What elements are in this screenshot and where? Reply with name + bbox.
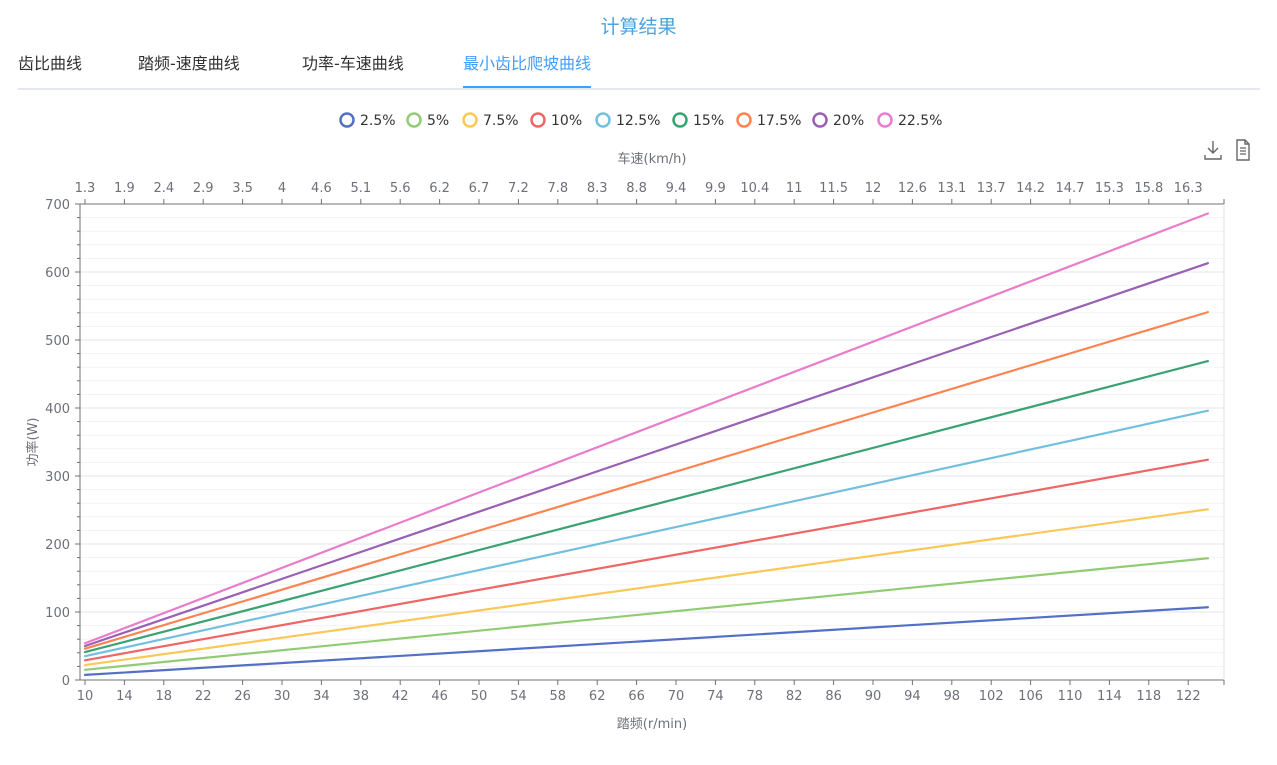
tab-min-gear-climbing-curve[interactable]: 最小齿比爬坡曲线	[463, 52, 592, 88]
x-tick-label: 42	[392, 689, 409, 704]
x2-tick-label: 10.4	[740, 181, 769, 196]
x-tick-label: 14	[116, 689, 133, 704]
x-tick-label: 66	[628, 689, 645, 704]
tab-cadence-speed-curve[interactable]: 踏频-速度曲线	[138, 52, 240, 86]
x-tick-label: 122	[1176, 689, 1201, 704]
x-tick-label: 50	[471, 689, 488, 704]
x-tick-label: 90	[865, 689, 882, 704]
x2-tick-label: 15.3	[1095, 181, 1124, 196]
x2-tick-label: 13.7	[977, 181, 1006, 196]
x2-tick-label: 11.5	[819, 181, 848, 196]
x2-tick-label: 3.5	[232, 181, 253, 196]
x2-tick-label: 7.2	[508, 181, 529, 196]
page-title: 计算结果	[600, 16, 677, 38]
x2-tick-label: 2.4	[153, 181, 174, 196]
legend-label[interactable]: 17.5%	[757, 113, 801, 129]
x-tick-label: 26	[234, 689, 251, 704]
x-tick-label: 62	[589, 689, 606, 704]
x-tick-label: 22	[195, 689, 212, 704]
x2-tick-label: 14.7	[1056, 181, 1085, 196]
legend-label[interactable]: 5%	[427, 113, 449, 129]
y-axis-title: 功率(W)	[25, 418, 41, 467]
x2-tick-label: 8.8	[626, 181, 647, 196]
x2-tick-label: 4.6	[311, 181, 332, 196]
legend-label[interactable]: 12.5%	[616, 113, 660, 129]
x-tick-label: 78	[747, 689, 764, 704]
x-tick-label: 30	[274, 689, 291, 704]
legend-marker[interactable]	[672, 112, 688, 128]
x2-tick-label: 1.3	[75, 181, 96, 196]
legend-label[interactable]: 7.5%	[483, 113, 519, 129]
legend-label[interactable]: 2.5%	[360, 113, 396, 129]
legend-label[interactable]: 10%	[551, 113, 582, 129]
x-tick-label: 98	[944, 689, 961, 704]
legend-marker[interactable]	[406, 112, 422, 128]
x2-tick-label: 14.2	[1016, 181, 1045, 196]
x2-tick-label: 6.2	[429, 181, 450, 196]
legend-marker[interactable]	[339, 112, 355, 128]
x-tick-label: 74	[707, 689, 724, 704]
tab-gear-ratio-curve[interactable]: 齿比曲线	[18, 52, 82, 86]
y-tick-label: 300	[45, 470, 70, 485]
y-tick-label: 600	[45, 266, 70, 281]
x-tick-label: 106	[1018, 689, 1043, 704]
y-tick-label: 400	[45, 402, 70, 417]
tab-power-speed-curve[interactable]: 功率-车速曲线	[302, 52, 404, 86]
x-tick-label: 110	[1058, 689, 1083, 704]
x2-tick-label: 13.1	[937, 181, 966, 196]
y-tick-label: 200	[45, 538, 70, 553]
x2-tick-label: 12	[865, 181, 882, 196]
x-axis-title: 踏频(r/min)	[617, 717, 687, 732]
x2-tick-label: 9.4	[666, 181, 687, 196]
x-tick-label: 82	[786, 689, 803, 704]
x2-tick-label: 4	[278, 181, 286, 196]
x2-axis-title: 车速(km/h)	[618, 151, 687, 167]
series-line	[83, 262, 1210, 648]
x-tick-label: 54	[510, 689, 527, 704]
x-tick-label: 46	[431, 689, 448, 704]
legend-label[interactable]: 15%	[693, 113, 724, 129]
y-tick-label: 500	[45, 334, 70, 349]
x-tick-label: 118	[1136, 689, 1161, 704]
x2-tick-label: 2.9	[193, 181, 214, 196]
legend-marker[interactable]	[812, 112, 828, 128]
x-tick-label: 86	[825, 689, 842, 704]
x2-tick-label: 5.6	[390, 181, 411, 196]
legend-marker[interactable]	[462, 112, 478, 128]
x2-tick-label: 7.8	[547, 181, 568, 196]
legend-label[interactable]: 20%	[833, 113, 864, 129]
x-tick-label: 10	[77, 689, 94, 704]
legend-marker[interactable]	[530, 112, 546, 128]
x-tick-label: 58	[550, 689, 567, 704]
x2-tick-label: 12.6	[898, 181, 927, 196]
x2-tick-label: 16.3	[1174, 181, 1203, 196]
y-tick-label: 100	[45, 606, 70, 621]
x-tick-label: 114	[1097, 689, 1122, 704]
tab-bar: 齿比曲线 踏频-速度曲线 功率-车速曲线 最小齿比爬坡曲线	[18, 50, 1260, 90]
legend-marker[interactable]	[877, 112, 893, 128]
x-tick-label: 38	[353, 689, 370, 704]
x2-tick-label: 9.9	[705, 181, 726, 196]
x-tick-label: 94	[904, 689, 921, 704]
x-tick-label: 34	[313, 689, 330, 704]
y-tick-label: 700	[45, 198, 70, 213]
x2-tick-label: 5.1	[350, 181, 371, 196]
series-line	[83, 359, 1210, 654]
climbing-curve-chart: 010020030040050060070010 14 18 22 26 30 34 38 42…	[25, 112, 1225, 732]
legend-label[interactable]: 22.5%	[898, 113, 942, 129]
x2-tick-label: 1.9	[114, 181, 135, 196]
x2-tick-label: 8.3	[587, 181, 608, 196]
legend-marker[interactable]	[736, 112, 752, 128]
x2-tick-label: 6.7	[469, 181, 490, 196]
x-tick-label: 18	[156, 689, 173, 704]
legend-marker[interactable]	[595, 112, 611, 128]
x2-tick-label: 15.8	[1134, 181, 1163, 196]
x-tick-label: 102	[979, 689, 1004, 704]
y-tick-label: 0	[62, 674, 70, 689]
series-line	[83, 212, 1210, 645]
x2-tick-label: 11	[786, 181, 803, 196]
x-tick-label: 70	[668, 689, 685, 704]
